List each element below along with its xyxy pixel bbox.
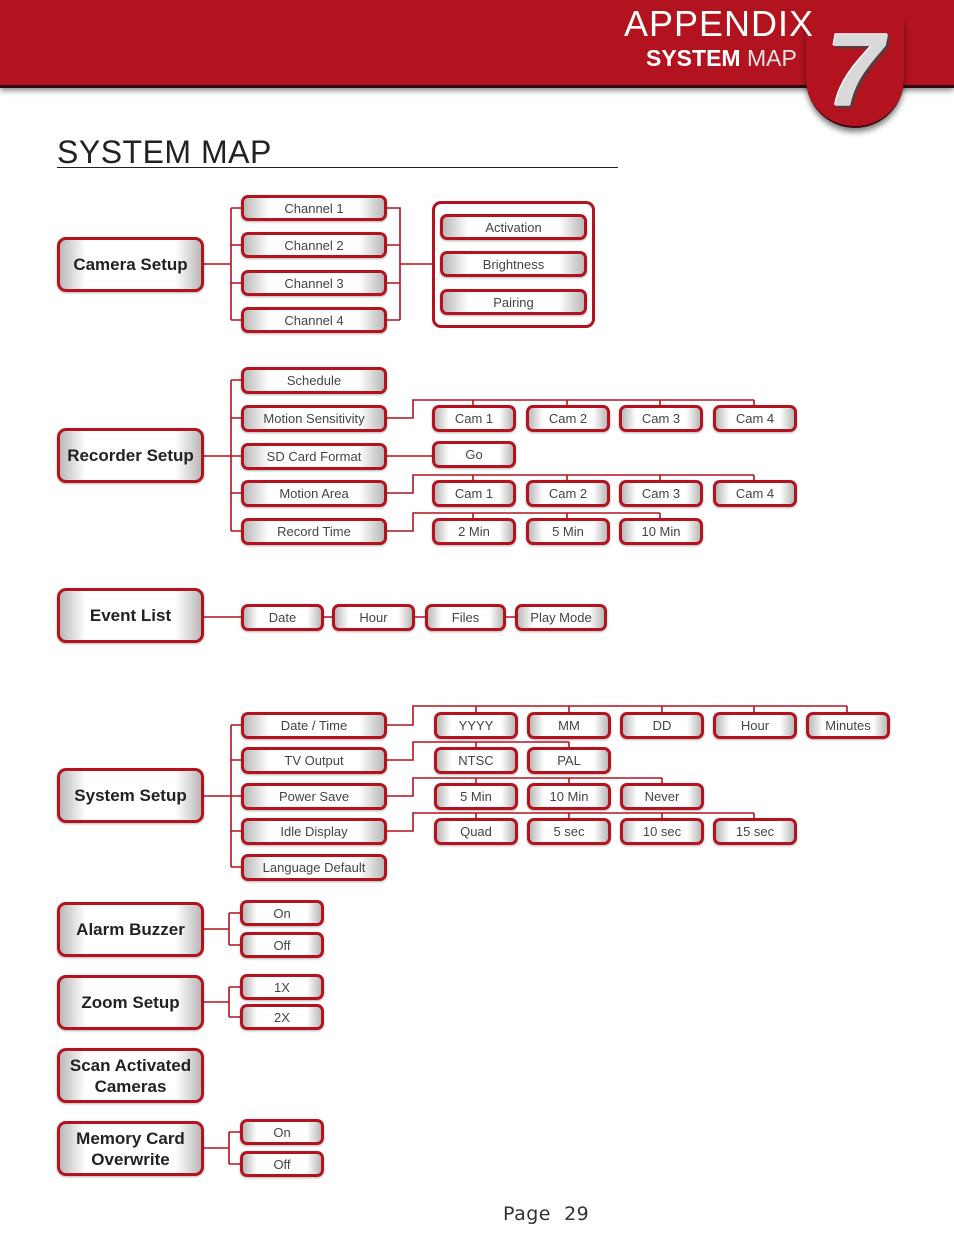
motion-sensitivity-cam-2: Cam 2 bbox=[526, 405, 610, 432]
zoom-setup-1x: 1X bbox=[240, 974, 324, 1000]
sd-card-format-go: Go bbox=[432, 441, 516, 468]
connector-memory-card bbox=[203, 1131, 241, 1165]
brightness-node: Brightness bbox=[440, 251, 587, 277]
record-time-2-min: 2 Min bbox=[432, 518, 516, 545]
alarm-buzzer-on: On bbox=[240, 900, 324, 926]
motion-area-node: Motion Area bbox=[241, 480, 387, 507]
camera-setup-node: Camera Setup bbox=[57, 237, 204, 292]
sd-card-format-node: SD Card Format bbox=[241, 443, 387, 470]
idle-display-10-sec: 10 sec bbox=[620, 818, 704, 845]
zoom-setup-2x: 2X bbox=[240, 1004, 324, 1030]
tv-output-pal: PAL bbox=[527, 747, 611, 774]
connector-system-setup bbox=[203, 724, 242, 868]
power-save-10-min: 10 Min bbox=[527, 783, 611, 810]
connector-alarm-buzzer bbox=[203, 912, 241, 946]
zoom-setup-node: Zoom Setup bbox=[57, 975, 204, 1030]
motion-area-cam-1: Cam 1 bbox=[432, 480, 516, 507]
date-time-yyyy: YYYY bbox=[434, 712, 518, 739]
recorder-setup-node: Recorder Setup bbox=[57, 428, 204, 483]
event-list-files: Files bbox=[425, 604, 506, 631]
alarm-buzzer-node: Alarm Buzzer bbox=[57, 902, 204, 957]
memory-card-overwrite-on: On bbox=[240, 1119, 324, 1145]
memory-card-overwrite-off: Off bbox=[240, 1151, 324, 1177]
idle-display-node: Idle Display bbox=[241, 818, 387, 845]
connector-zoom-setup bbox=[203, 986, 241, 1018]
memory-card-overwrite-node: Memory Card Overwrite bbox=[57, 1121, 204, 1176]
motion-sensitivity-node: Motion Sensitivity bbox=[241, 405, 387, 432]
idle-display-quad: Quad bbox=[434, 818, 518, 845]
channel-4-node: Channel 4 bbox=[241, 307, 387, 333]
channel-3-node: Channel 3 bbox=[241, 270, 387, 296]
motion-sensitivity-cam-3: Cam 3 bbox=[619, 405, 703, 432]
idle-display-15-sec: 15 sec bbox=[713, 818, 797, 845]
power-save-never: Never bbox=[620, 783, 704, 810]
date-time-hour: Hour bbox=[713, 712, 797, 739]
activation-node: Activation bbox=[440, 214, 587, 240]
date-time-node: Date / Time bbox=[241, 712, 387, 739]
date-time-minutes: Minutes bbox=[806, 712, 890, 739]
record-time-5-min: 5 Min bbox=[526, 518, 610, 545]
pairing-node: Pairing bbox=[440, 289, 587, 315]
motion-sensitivity-cam-1: Cam 1 bbox=[432, 405, 516, 432]
event-list-play-mode: Play Mode bbox=[515, 604, 607, 631]
alarm-buzzer-off: Off bbox=[240, 932, 324, 958]
scan-activated-cameras-node: Scan Activated Cameras bbox=[57, 1048, 204, 1103]
idle-display-5-sec: 5 sec bbox=[527, 818, 611, 845]
motion-area-cam-2: Cam 2 bbox=[526, 480, 610, 507]
date-time-mm: MM bbox=[527, 712, 611, 739]
event-list-node: Event List bbox=[57, 588, 204, 643]
record-time-node: Record Time bbox=[241, 518, 387, 545]
channel-2-node: Channel 2 bbox=[241, 232, 387, 258]
connector-camera-setup bbox=[203, 207, 432, 321]
date-time-dd: DD bbox=[620, 712, 704, 739]
motion-area-cam-3: Cam 3 bbox=[619, 480, 703, 507]
motion-sensitivity-cam-4: Cam 4 bbox=[713, 405, 797, 432]
record-time-10-min: 10 Min bbox=[619, 518, 703, 545]
channel-1-node: Channel 1 bbox=[241, 195, 387, 221]
tv-output-node: TV Output bbox=[241, 747, 387, 774]
motion-area-cam-4: Cam 4 bbox=[713, 480, 797, 507]
language-default-node: Language Default bbox=[241, 854, 387, 881]
system-setup-node: System Setup bbox=[57, 768, 204, 823]
tv-output-ntsc: NTSC bbox=[434, 747, 518, 774]
power-save-node: Power Save bbox=[241, 783, 387, 810]
event-list-date: Date bbox=[241, 604, 324, 631]
event-list-hour: Hour bbox=[332, 604, 415, 631]
schedule-node: Schedule bbox=[241, 367, 387, 394]
page-number: Page 29 bbox=[503, 1203, 590, 1225]
connector-recorder-setup bbox=[203, 379, 242, 532]
power-save-5-min: 5 Min bbox=[434, 783, 518, 810]
